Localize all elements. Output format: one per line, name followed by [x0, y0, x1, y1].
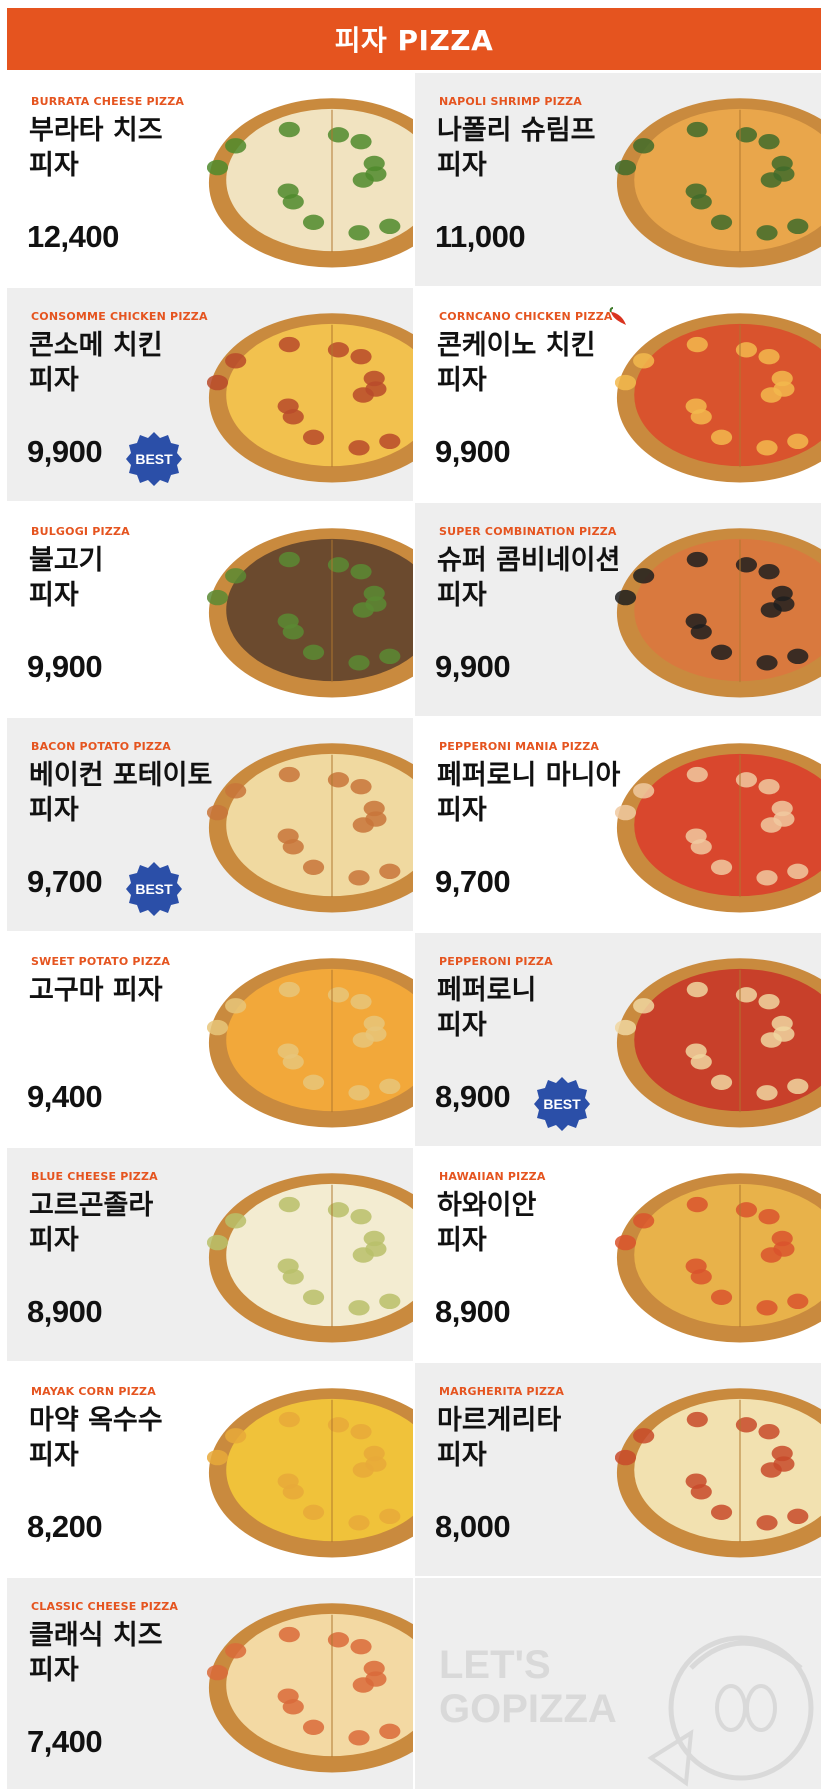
menu-item-english-name: SWEET POTATO PIZZA	[31, 955, 171, 968]
menu-item-price: 11,000	[435, 219, 526, 254]
pizza-image	[615, 98, 821, 268]
menu-item-english-name: BULGOGI PIZZA	[31, 525, 130, 538]
menu-item-card[interactable]: CLASSIC CHEESE PIZZA 클래식 치즈 피자 7,400	[7, 1578, 413, 1789]
menu-row: CONSOMME CHICKEN PIZZA 콘소메 치킨 피자 9,900 B…	[7, 288, 821, 501]
menu-item-english-name: CORNCANO CHICKEN PIZZA	[439, 310, 613, 323]
menu-item-english-name: NAPOLI SHRIMP PIZZA	[439, 95, 583, 108]
menu-item-korean-name: 슈퍼 콤비네이션 피자	[437, 545, 621, 611]
menu-header: 피자 PIZZA	[7, 8, 821, 70]
menu-item-english-name: MAYAK CORN PIZZA	[31, 1385, 156, 1398]
best-badge-icon: BEST	[126, 432, 182, 486]
menu-item-card[interactable]: SUPER COMBINATION PIZZA 슈퍼 콤비네이션 피자 9,90…	[415, 503, 821, 716]
menu-item-english-name: MARGHERITA PIZZA	[439, 1385, 565, 1398]
pizza-image	[615, 743, 821, 913]
page-title: 피자 PIZZA	[334, 24, 494, 57]
menu-item-korean-name: 콘케이노 치킨 피자	[437, 330, 596, 396]
menu-item-english-name: BACON POTATO PIZZA	[31, 740, 171, 753]
pizza-menu-grid: BURRATA CHEESE PIZZA 부라타 치즈 피자 12,400 NA…	[7, 73, 821, 1789]
menu-item-korean-name: 마르게리타 피자	[437, 1405, 562, 1471]
menu-row: SWEET POTATO PIZZA 고구마 피자 9,400 PEPPERON…	[7, 933, 821, 1146]
menu-item-card[interactable]: CORNCANO CHICKEN PIZZA 콘케이노 치킨 피자 9,900	[415, 288, 821, 501]
best-badge-icon: BEST	[534, 1077, 590, 1131]
menu-item-price: 9,900	[27, 649, 103, 684]
pizza-image	[615, 1388, 821, 1558]
menu-item-korean-name: 하와이안 피자	[437, 1190, 537, 1256]
pizza-image	[207, 313, 413, 483]
menu-row: BULGOGI PIZZA 불고기 피자 9,900 SUPER COMBINA…	[7, 503, 821, 716]
pizza-image	[615, 528, 821, 698]
pizza-image	[207, 1603, 413, 1773]
menu-item-price: 9,400	[27, 1079, 103, 1114]
menu-item-price: 8,000	[435, 1509, 511, 1544]
menu-item-korean-name: 불고기 피자	[29, 545, 104, 611]
menu-item-card[interactable]: BACON POTATO PIZZA 베이컨 포테이토 피자 9,700 BES…	[7, 718, 413, 931]
pizza-image	[207, 1173, 413, 1343]
pizza-image	[207, 1388, 413, 1558]
menu-item-card[interactable]: NAPOLI SHRIMP PIZZA 나폴리 슈림프 피자 11,000	[415, 73, 821, 286]
menu-item-korean-name: 클래식 치즈 피자	[29, 1620, 163, 1686]
menu-item-english-name: BLUE CHEESE PIZZA	[31, 1170, 158, 1183]
menu-item-card[interactable]: PEPPERONI MANIA PIZZA 페퍼로니 마니아 피자 9,700	[415, 718, 821, 931]
menu-item-card[interactable]: SWEET POTATO PIZZA 고구마 피자 9,400	[7, 933, 413, 1146]
pizza-image	[207, 743, 413, 913]
pizza-image	[207, 98, 413, 268]
menu-row: BLUE CHEESE PIZZA 고르곤졸라 피자 8,900 HAWAIIA…	[7, 1148, 821, 1361]
menu-item-korean-name: 페퍼로니 마니아 피자	[437, 760, 621, 826]
menu-item-card[interactable]: MAYAK CORN PIZZA 마약 옥수수 피자 8,200	[7, 1363, 413, 1576]
menu-item-english-name: BURRATA CHEESE PIZZA	[31, 95, 185, 108]
menu-item-korean-name: 페퍼로니 피자	[437, 975, 537, 1041]
menu-item-korean-name: 콘소메 치킨 피자	[29, 330, 163, 396]
menu-item-korean-name: 고르곤졸라 피자	[29, 1190, 154, 1256]
chili-pepper-icon	[609, 307, 626, 325]
pizza-image	[615, 958, 821, 1128]
menu-row: CLASSIC CHEESE PIZZA 클래식 치즈 피자 7,400 LET…	[7, 1578, 821, 1789]
menu-item-price: 9,700	[435, 864, 511, 899]
menu-row: BACON POTATO PIZZA 베이컨 포테이토 피자 9,700 BES…	[7, 718, 821, 931]
menu-item-card[interactable]: BLUE CHEESE PIZZA 고르곤졸라 피자 8,900	[7, 1148, 413, 1361]
menu-item-price: 9,900	[435, 649, 511, 684]
menu-item-english-name: SUPER COMBINATION PIZZA	[439, 525, 617, 538]
menu-item-price: 7,400	[27, 1724, 103, 1759]
menu-item-korean-name: 부라타 치즈 피자	[29, 115, 163, 181]
menu-row: BURRATA CHEESE PIZZA 부라타 치즈 피자 12,400 NA…	[7, 73, 821, 286]
menu-item-card[interactable]: BULGOGI PIZZA 불고기 피자 9,900	[7, 503, 413, 716]
best-badge-label: BEST	[543, 1096, 581, 1112]
menu-item-korean-name: 나폴리 슈림프 피자	[437, 115, 596, 181]
menu-item-korean-name: 마약 옥수수 피자	[29, 1405, 163, 1471]
menu-item-english-name: PEPPERONI PIZZA	[439, 955, 553, 968]
pizza-image	[207, 528, 413, 698]
menu-item-card[interactable]: BURRATA CHEESE PIZZA 부라타 치즈 피자 12,400	[7, 73, 413, 286]
menu-item-english-name: CLASSIC CHEESE PIZZA	[31, 1600, 179, 1613]
brand-card: LET'S GOPIZZA	[415, 1578, 821, 1789]
menu-item-price: 8,200	[27, 1509, 103, 1544]
pizza-image	[615, 313, 821, 483]
best-badge-label: BEST	[135, 451, 173, 467]
pizza-image	[615, 1173, 821, 1343]
menu-item-korean-name: 고구마 피자	[29, 975, 163, 1006]
menu-item-card[interactable]: HAWAIIAN PIZZA 하와이안 피자 8,900	[415, 1148, 821, 1361]
brand-slogan: LET'S GOPIZZA	[439, 1643, 617, 1731]
brand-area: LET'S GOPIZZA	[415, 1578, 821, 1789]
pizza-image	[207, 958, 413, 1128]
menu-row: MAYAK CORN PIZZA 마약 옥수수 피자 8,200 MARGHER…	[7, 1363, 821, 1576]
menu-item-english-name: CONSOMME CHICKEN PIZZA	[31, 310, 208, 323]
menu-item-korean-name: 베이컨 포테이토 피자	[29, 760, 213, 826]
best-badge-icon: BEST	[126, 862, 182, 916]
menu-item-english-name: HAWAIIAN PIZZA	[439, 1170, 546, 1183]
menu-item-price: 8,900	[435, 1294, 511, 1329]
best-badge-label: BEST	[135, 881, 173, 897]
menu-item-card[interactable]: CONSOMME CHICKEN PIZZA 콘소메 치킨 피자 9,900 B…	[7, 288, 413, 501]
menu-item-price: 12,400	[27, 219, 119, 254]
menu-item-card[interactable]: MARGHERITA PIZZA 마르게리타 피자 8,000	[415, 1363, 821, 1576]
menu-item-english-name: PEPPERONI MANIA PIZZA	[439, 740, 600, 753]
menu-item-card[interactable]: PEPPERONI PIZZA 페퍼로니 피자 8,900 BEST	[415, 933, 821, 1146]
menu-item-price: 9,900	[27, 434, 103, 469]
menu-item-price: 9,900	[435, 434, 511, 469]
menu-item-price: 9,700	[27, 864, 103, 899]
menu-item-price: 8,900	[435, 1079, 511, 1114]
gopizza-mascot-icon	[647, 1635, 814, 1787]
menu-item-price: 8,900	[27, 1294, 103, 1329]
